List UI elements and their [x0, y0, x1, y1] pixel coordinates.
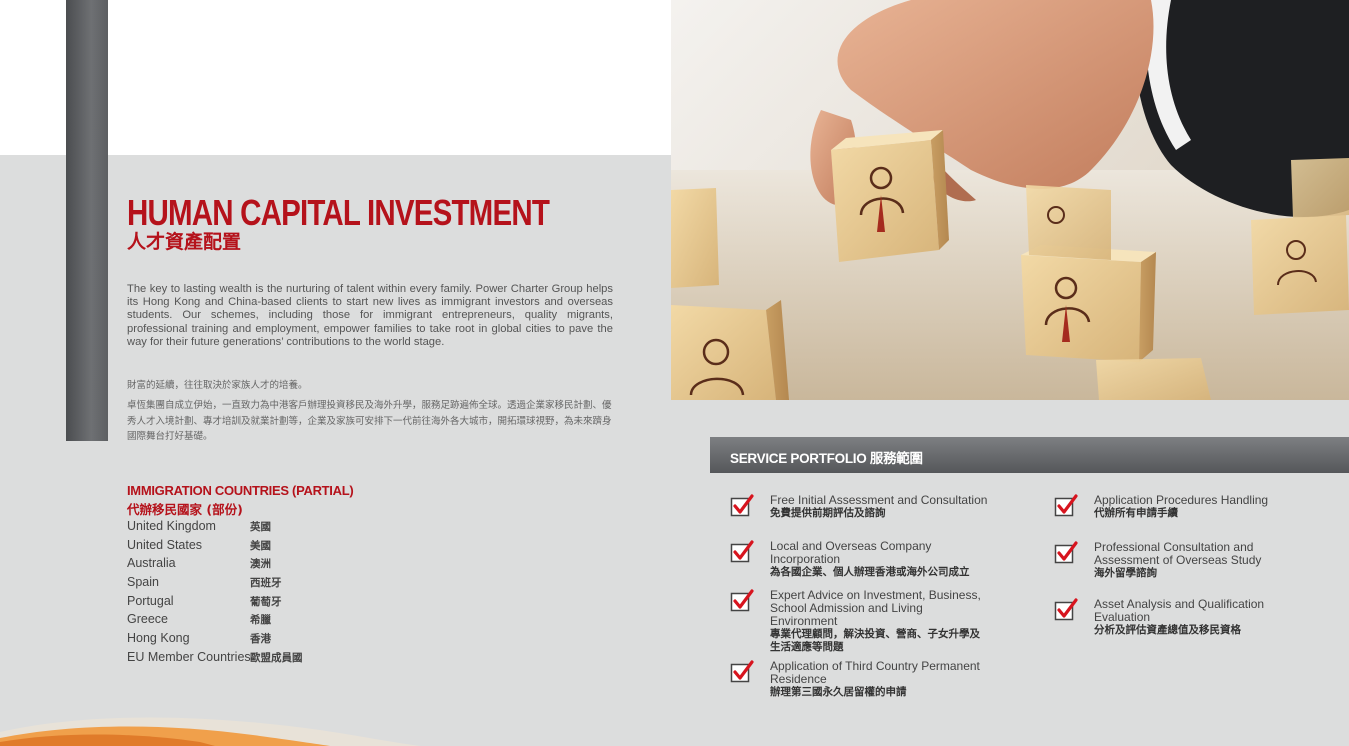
- country-name: Spain: [127, 575, 159, 590]
- service-label-zh: 為各國企業、個人辦理香港或海外公司成立: [770, 566, 970, 578]
- country-name-zh: 歐盟成員國: [250, 651, 303, 664]
- block-left-back: [671, 188, 719, 288]
- page-subtitle-zh: 人才資產配置: [127, 231, 242, 253]
- red-checkmark-icon: [730, 494, 754, 517]
- service-label: Local and Overseas Company Incorporation: [770, 539, 932, 566]
- country-name-zh: 美國: [250, 539, 271, 552]
- country-name: Portugal: [127, 593, 174, 608]
- service-portfolio-header: SERVICE PORTFOLIO 服務範圍: [710, 437, 1349, 473]
- list-item: Australia 澳洲: [127, 554, 303, 573]
- page-title: HUMAN CAPITAL INVESTMENT: [127, 192, 550, 233]
- service-label: Expert Advice on Investment, Business, S…: [770, 588, 981, 628]
- service-label: Professional Consultation and Assessment…: [1094, 540, 1262, 567]
- list-item: United States 美國: [127, 536, 303, 555]
- list-item: Hong Kong 香港: [127, 629, 303, 648]
- list-item: Portugal 葡萄牙: [127, 592, 303, 611]
- red-checkmark-icon: [1054, 494, 1078, 517]
- hero-photo: [671, 0, 1349, 400]
- country-name: United States: [127, 537, 203, 552]
- country-name: Australia: [127, 556, 176, 571]
- intro-paragraph: The key to lasting wealth is the nurturi…: [127, 283, 613, 348]
- block-right-front: [1021, 245, 1156, 362]
- list-item: Spain 西班牙: [127, 573, 303, 592]
- block-right-back: [1026, 185, 1111, 260]
- red-checkmark-icon: [730, 589, 754, 612]
- red-checkmark-icon: [1054, 541, 1078, 564]
- countries-heading-zh: 代辦移民國家 (部份): [127, 502, 243, 517]
- service-label-zh: 海外留學諮詢: [1094, 567, 1157, 579]
- country-name: Greece: [127, 612, 168, 627]
- country-name-zh: 葡萄牙: [250, 595, 282, 608]
- side-accent-bar: [66, 0, 108, 441]
- country-name: United Kingdom: [127, 519, 216, 533]
- list-item: United Kingdom 英國: [127, 517, 303, 536]
- service-label-zh: 專業代理顧問，解決投資、營商、子女升學及生活適應等問題: [770, 628, 980, 653]
- country-name-zh: 希臘: [250, 614, 271, 627]
- list-item: EU Member Countries歐盟成員國: [127, 648, 303, 667]
- service-portfolio-title: SERVICE PORTFOLIO 服務範圍: [730, 451, 923, 466]
- intro-paragraph-zh: 卓恆集團自成立伊始，一直致力為中港客戶辦理投資移民及海外升學，服務足跡遍佈全球。…: [127, 400, 612, 442]
- red-checkmark-icon: [730, 540, 754, 563]
- countries-heading: IMMIGRATION COUNTRIES (PARTIAL): [127, 483, 354, 498]
- service-label-zh: 分析及評估資產總值及移民資格: [1094, 624, 1241, 636]
- country-name-zh: 英國: [250, 521, 271, 533]
- service-label-zh: 代辦所有申請手續: [1094, 507, 1178, 519]
- service-label: Asset Analysis and Qualification Evaluat…: [1094, 597, 1265, 624]
- country-name-zh: 澳洲: [250, 558, 271, 571]
- service-label: Application of Third Country Permanent R…: [770, 659, 980, 686]
- service-label-zh: 免費提供前期評估及諮詢: [770, 507, 886, 519]
- red-checkmark-icon: [1054, 598, 1078, 621]
- country-name: Hong Kong: [127, 631, 190, 646]
- country-name-zh: 香港: [250, 633, 271, 646]
- block-left-front: [671, 300, 789, 400]
- service-label-zh: 辦理第三國永久居留權的申請: [770, 686, 907, 698]
- country-name: EU Member Countries: [127, 649, 251, 664]
- list-item: Greece 希臘: [127, 610, 303, 629]
- intro-lead-zh: 財富的延續，往往取決於家族人才的培養。: [127, 380, 308, 391]
- wooden-blocks-illustration: [671, 0, 1349, 400]
- decorative-swoosh: [0, 717, 420, 746]
- country-list: United Kingdom 英國 United States 美國 Austral…: [127, 517, 303, 667]
- held-block: [831, 130, 949, 262]
- red-checkmark-icon: [730, 660, 754, 683]
- service-label: Free Initial Assessment and Consultation: [770, 493, 988, 507]
- service-label: Application Procedures Handling: [1094, 493, 1269, 507]
- country-name-zh: 西班牙: [250, 577, 282, 590]
